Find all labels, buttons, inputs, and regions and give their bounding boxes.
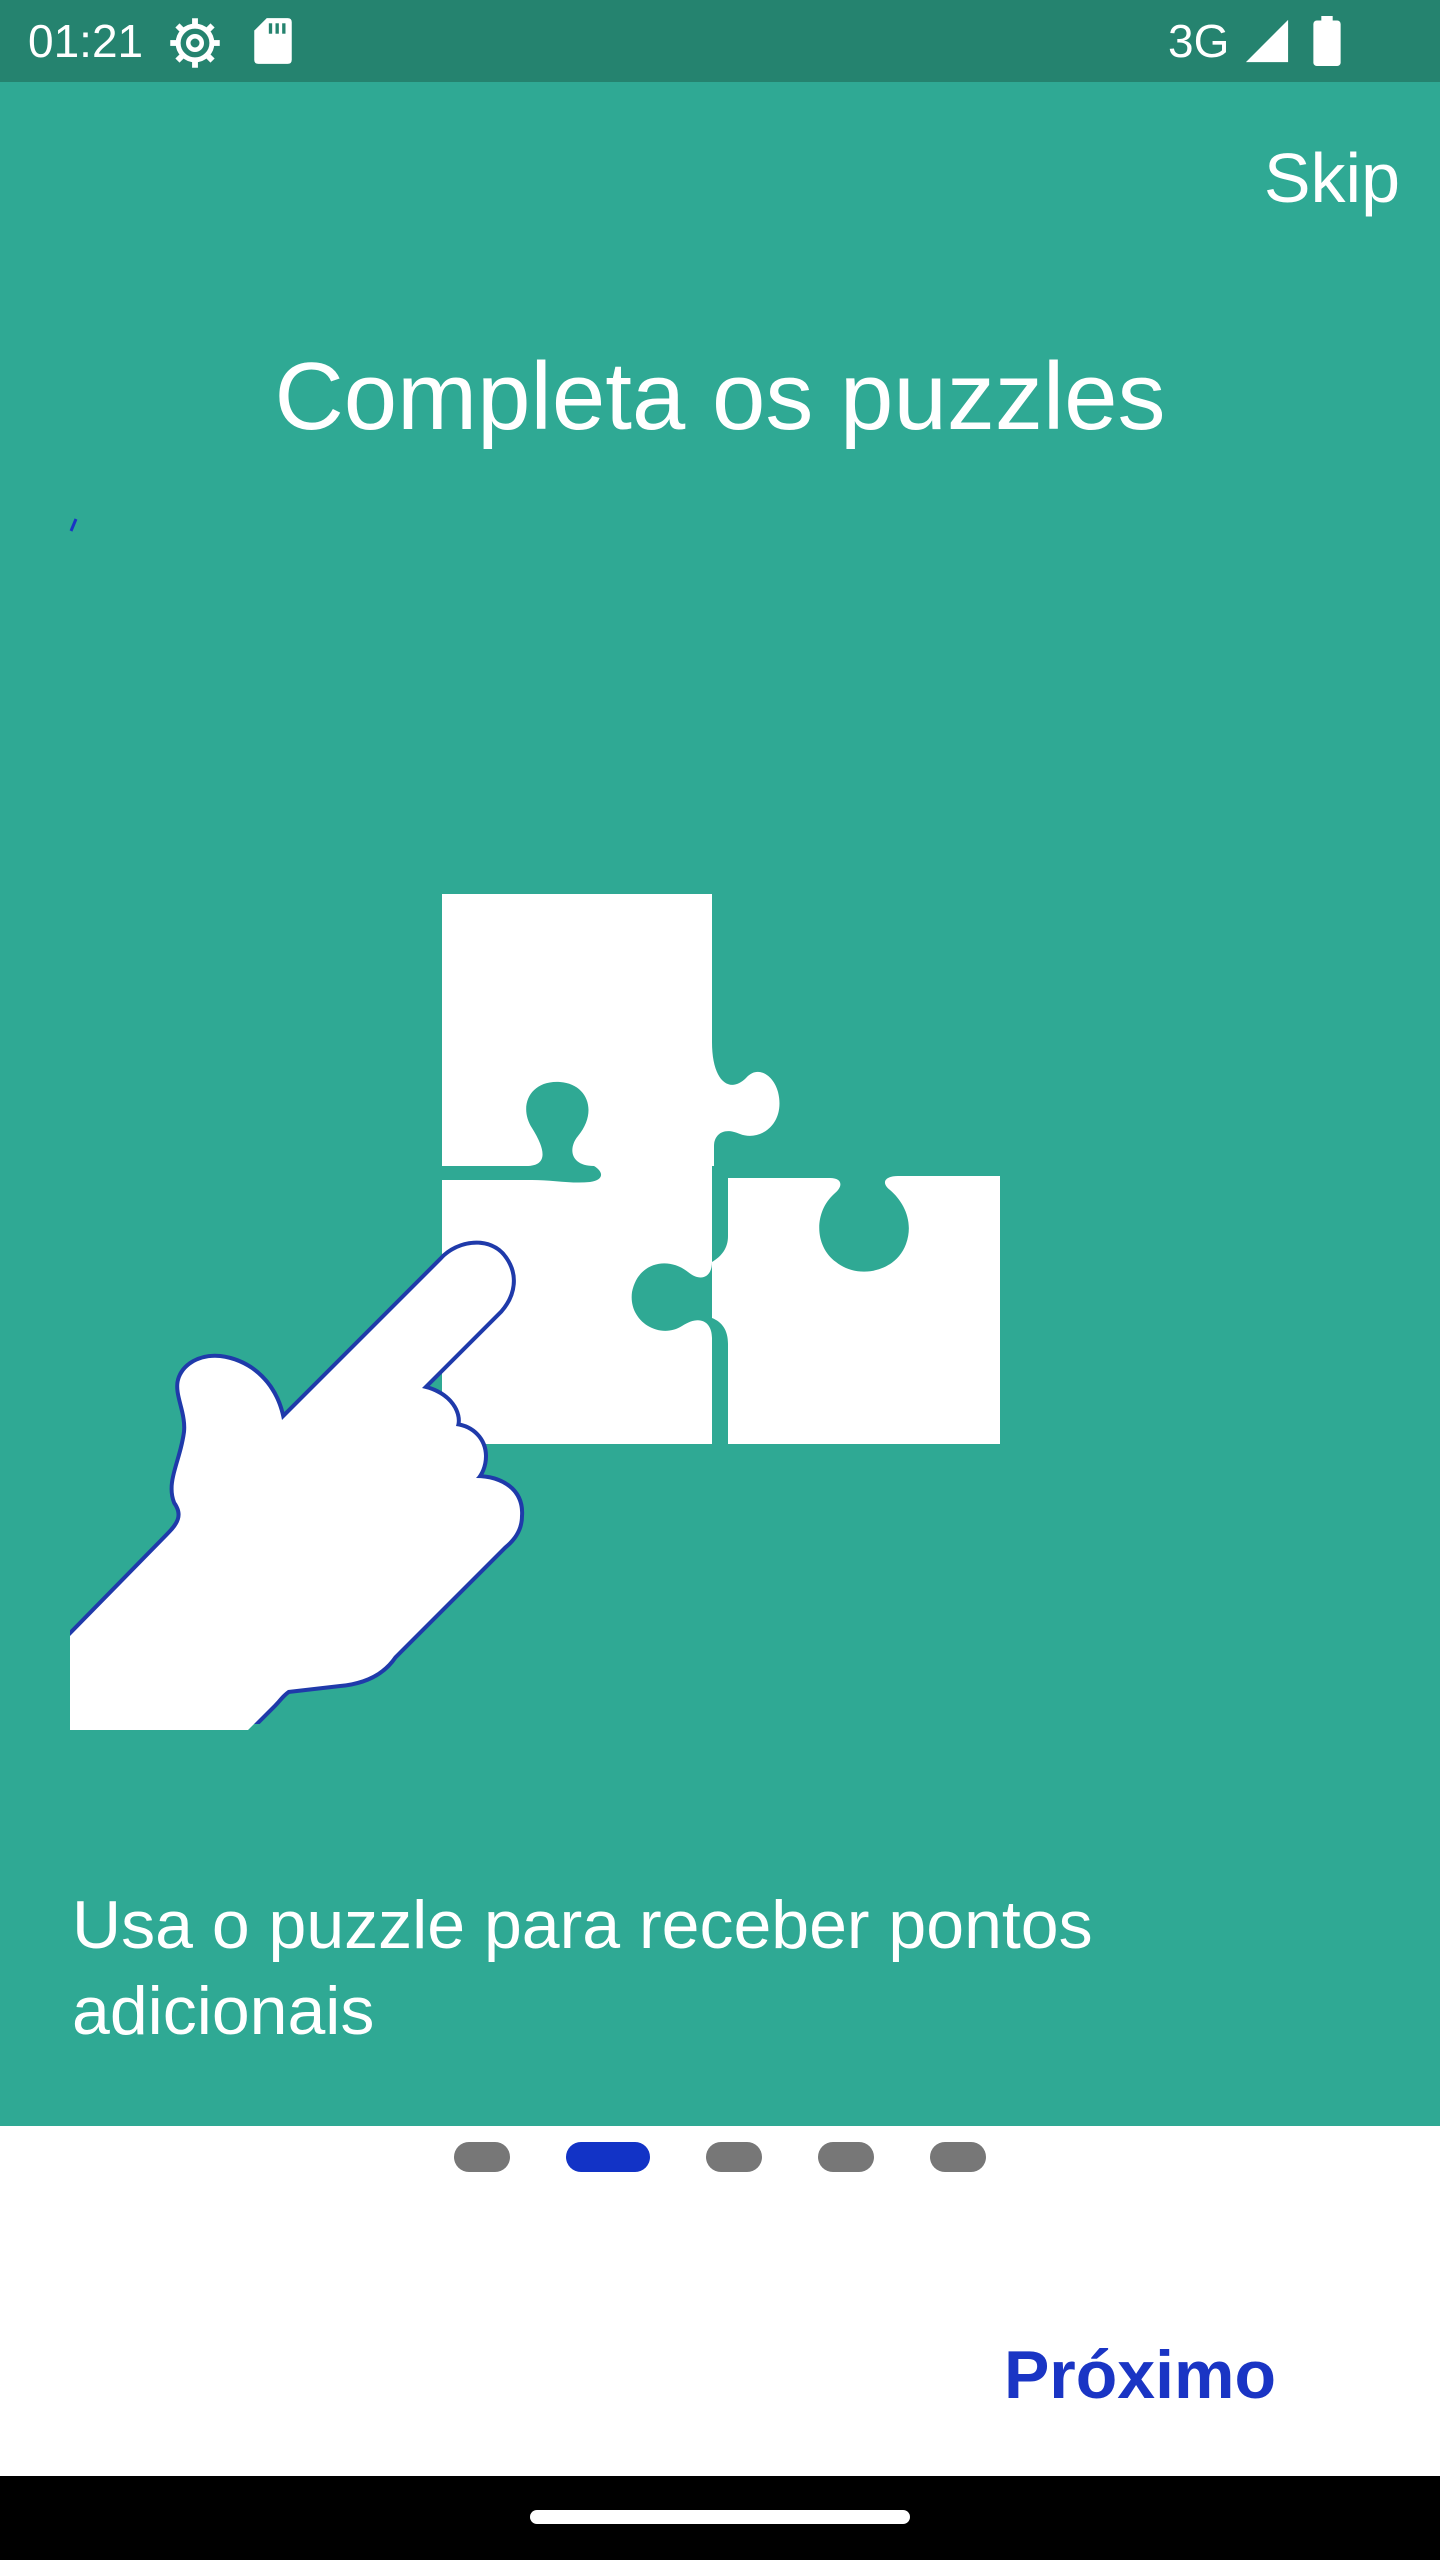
slide-title: Completa os puzzles: [274, 343, 1166, 450]
battery-icon: [1313, 16, 1341, 66]
navigation-bar: [0, 2476, 1440, 2560]
page-dot-3: [706, 2142, 762, 2172]
settings-gear-icon: [170, 18, 220, 68]
status-bar: 01:21 3G: [0, 0, 1440, 82]
page-dot-5: [930, 2142, 986, 2172]
page-dot-2-active: [566, 2142, 650, 2172]
skip-button[interactable]: Skip: [1264, 138, 1400, 218]
stray-mark: [69, 518, 78, 532]
network-type: 3G: [1168, 15, 1230, 67]
puzzle-hand-icon: [70, 894, 1000, 1744]
signal-icon: [1245, 19, 1289, 63]
page-indicator: [0, 2142, 1440, 2172]
sd-card-icon: [254, 18, 292, 64]
next-button[interactable]: Próximo: [980, 2330, 1300, 2420]
slide-description: Usa o puzzle para receber pontos adicion…: [72, 1887, 1093, 2049]
page-dot-4: [818, 2142, 874, 2172]
page-dot-1: [454, 2142, 510, 2172]
status-time: 01:21: [28, 15, 144, 67]
home-gesture-handle[interactable]: [530, 2510, 910, 2524]
onboarding-slide[interactable]: Skip Completa os puzzles Usa o puzzle pa…: [0, 82, 1440, 2126]
